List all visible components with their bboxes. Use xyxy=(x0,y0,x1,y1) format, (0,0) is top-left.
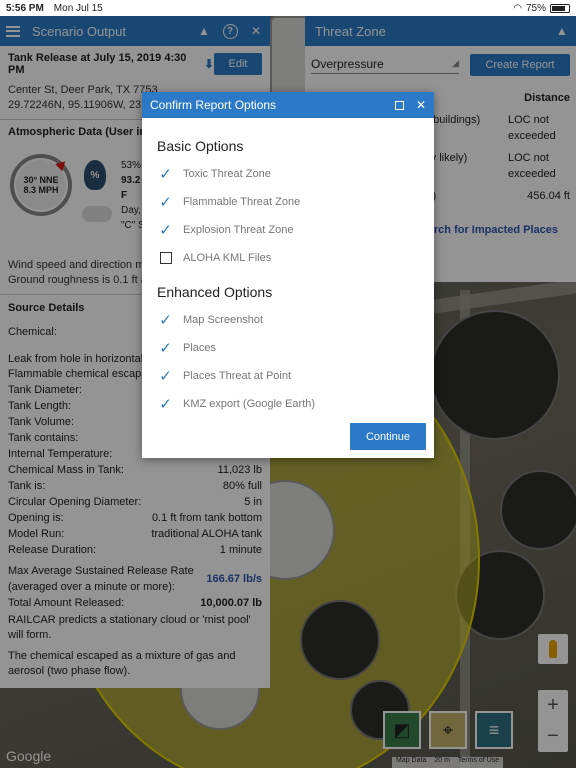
checkmark-icon: ✓ xyxy=(159,193,172,211)
close-icon[interactable]: ✕ xyxy=(416,98,426,112)
enhanced-options-title: Enhanced Options xyxy=(157,284,273,300)
wifi-icon: ◠ xyxy=(513,2,522,14)
option-label: Explosion Threat Zone xyxy=(183,224,294,236)
status-date: Mon Jul 15 xyxy=(53,2,103,14)
option-map-screenshot[interactable]: ✓ Map Screenshot xyxy=(142,306,434,334)
status-time: 5:56 PM xyxy=(6,2,44,14)
checkmark-icon: ✓ xyxy=(159,339,172,357)
option-label: Places xyxy=(183,342,217,354)
battery-percent: 75% xyxy=(525,2,546,14)
status-bar: 5:56 PM Mon Jul 15 ◠ 75% xyxy=(0,0,576,16)
checkmark-icon: ✓ xyxy=(159,367,172,385)
continue-button[interactable]: Continue xyxy=(350,423,426,450)
option-places-threat-at-point[interactable]: ✓ Places Threat at Point xyxy=(142,362,434,390)
option-label: Flammable Threat Zone xyxy=(183,196,301,208)
checkmark-icon: ✓ xyxy=(159,395,172,413)
checkmark-icon: ✓ xyxy=(159,221,172,239)
option-label: Toxic Threat Zone xyxy=(183,168,271,180)
option-label: KMZ export (Google Earth) xyxy=(183,398,316,410)
option-label: ALOHA KML Files xyxy=(183,252,272,264)
option-label: Places Threat at Point xyxy=(183,370,292,382)
option-kmz-export-google-earth[interactable]: ✓ KMZ export (Google Earth) xyxy=(142,390,434,418)
dialog-title: Confirm Report Options xyxy=(150,98,277,112)
dialog-header: Confirm Report Options ✕ xyxy=(142,92,434,118)
checkbox-icon xyxy=(159,252,172,264)
option-places[interactable]: ✓ Places xyxy=(142,334,434,362)
option-aloha-kml-files[interactable]: ALOHA KML Files xyxy=(142,244,434,272)
option-toxic-threat-zone[interactable]: ✓ Toxic Threat Zone xyxy=(142,160,434,188)
option-label: Map Screenshot xyxy=(183,314,264,326)
checkmark-icon: ✓ xyxy=(159,311,172,329)
checkmark-icon: ✓ xyxy=(159,165,172,183)
confirm-report-dialog: Confirm Report Options ✕ Basic Options ✓… xyxy=(142,92,434,458)
basic-options-title: Basic Options xyxy=(157,138,244,154)
maximize-icon[interactable] xyxy=(394,100,404,110)
battery-icon xyxy=(550,3,570,13)
option-flammable-threat-zone[interactable]: ✓ Flammable Threat Zone xyxy=(142,188,434,216)
option-explosion-threat-zone[interactable]: ✓ Explosion Threat Zone xyxy=(142,216,434,244)
